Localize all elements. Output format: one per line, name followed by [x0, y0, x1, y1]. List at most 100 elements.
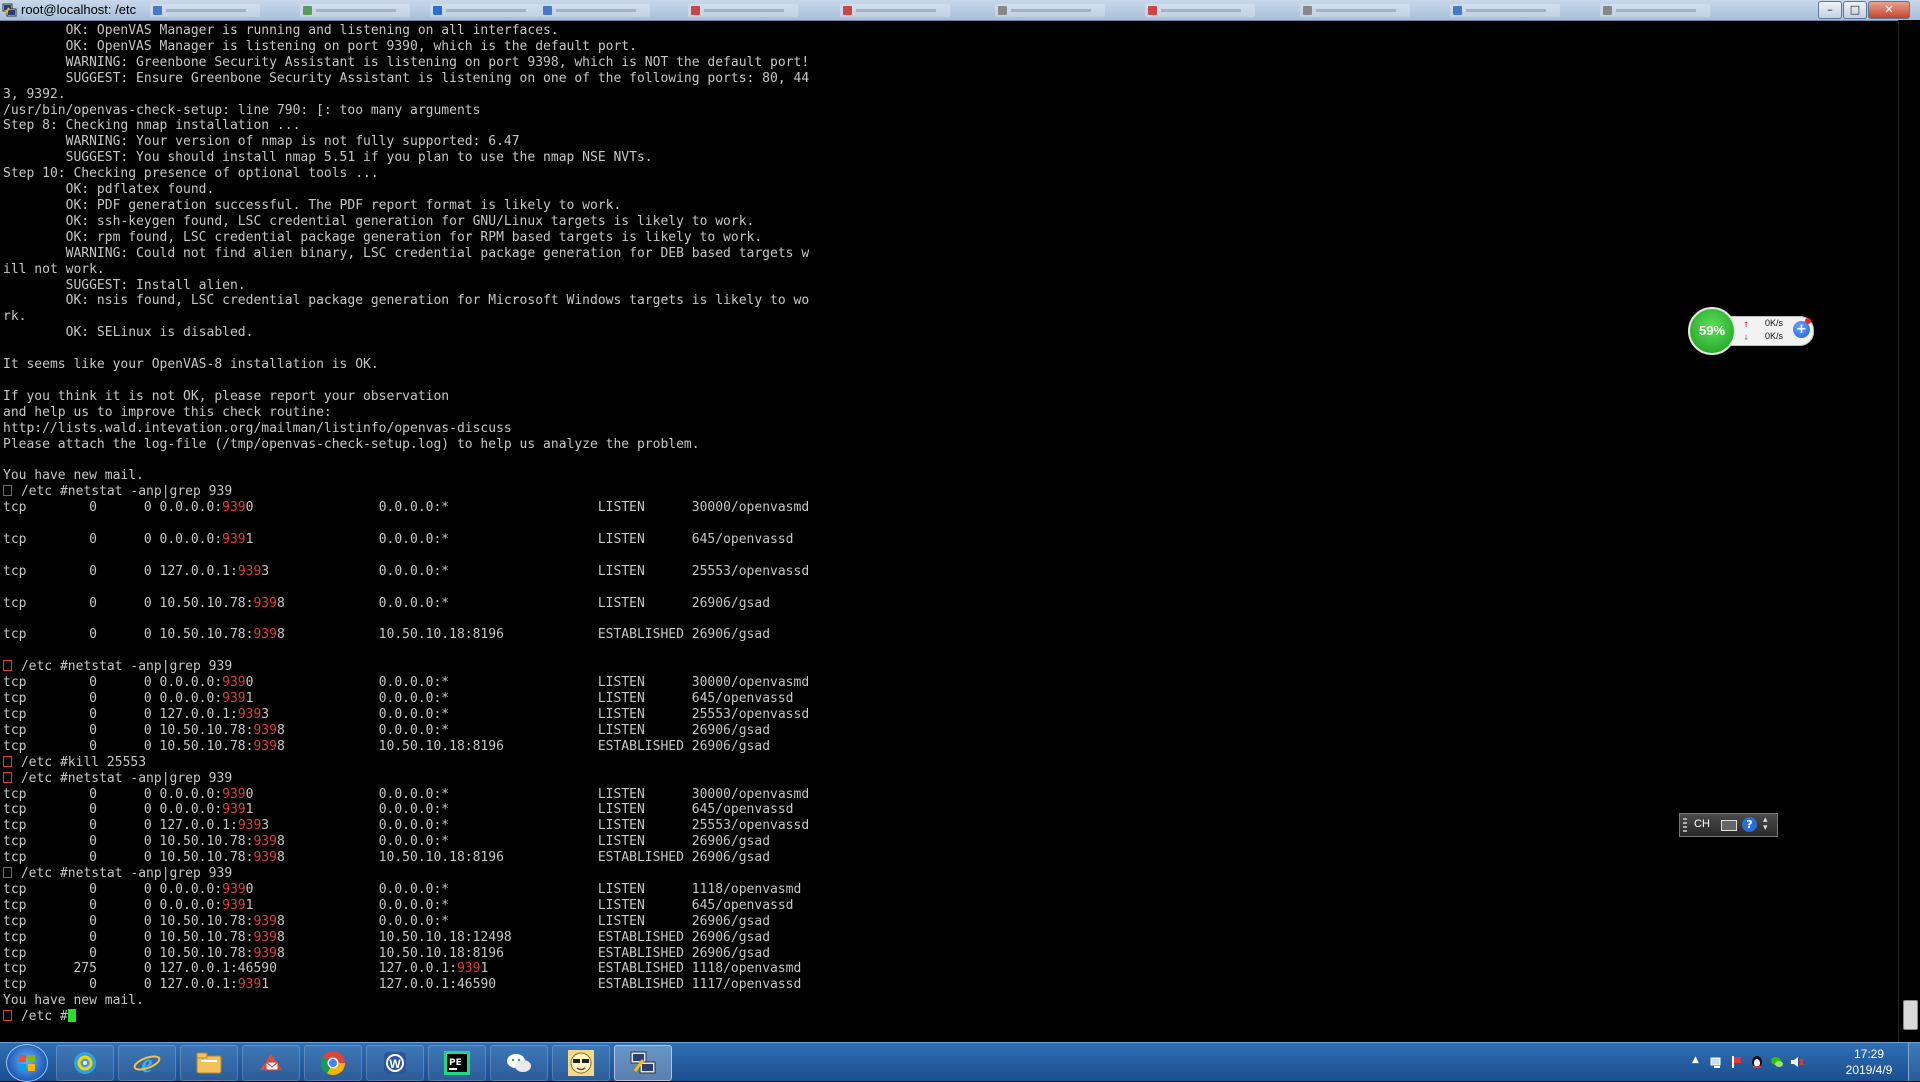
terminal-line: tcp 0 0 127.0.0.1:9393 0.0.0.0:* LISTEN …: [3, 564, 1896, 580]
network-monitor-widget[interactable]: 59% ↑ ↓ 0K/s 0K/s +: [1688, 307, 1816, 355]
terminal-line: tcp 275 0 127.0.0.1:46590 127.0.0.1:9391…: [3, 961, 1896, 977]
wechat-tray-icon[interactable]: [1770, 1055, 1784, 1069]
terminal-line: /etc #: [3, 1009, 1896, 1025]
terminal-text: tcp 0 0 0.0.0.0:: [3, 532, 223, 547]
scrollbar-thumb[interactable]: [1903, 1000, 1918, 1030]
terminal-text: OK: PDF generation successful. The PDF r…: [3, 197, 622, 213]
highlighted-port-match: 939: [253, 627, 277, 643]
terminal-text: 3, 9392.: [3, 86, 66, 102]
terminal-text: and help us to improve this check routin…: [3, 404, 332, 420]
prompt-marker-icon: [3, 755, 12, 767]
terminal-line: OK: OpenVAS Manager is running and liste…: [3, 23, 1896, 39]
start-button[interactable]: [6, 1044, 48, 1082]
highlighted-port-match: 939: [253, 850, 277, 866]
terminal-text: tcp 0 0 0.0.0.0:: [3, 786, 223, 802]
terminal-output[interactable]: OK: OpenVAS Manager is running and liste…: [0, 20, 1896, 1042]
terminal-line: If you think it is not OK, please report…: [3, 389, 1896, 405]
terminal-line: tcp 0 0 10.50.10.78:9398 0.0.0.0:* LISTE…: [3, 914, 1896, 930]
taskbar-pycharm[interactable]: PE: [428, 1045, 486, 1081]
highlighted-port-match: 939: [253, 913, 277, 929]
terminal-scrollbar[interactable]: [1898, 20, 1920, 1042]
title-bar[interactable]: root@localhost: /etc – □ ✕: [0, 0, 1920, 21]
terminal-text: OK: rpm found, LSC credential package ge…: [3, 229, 763, 245]
terminal-line: tcp 0 0 10.50.10.78:9398 10.50.10.18:124…: [3, 930, 1896, 946]
prompt-marker-icon: [3, 867, 12, 879]
terminal-text: WARNING: Greenbone Security Assistant is…: [3, 54, 810, 70]
show-desktop-button[interactable]: [1908, 1043, 1920, 1081]
background-tab: [1300, 4, 1410, 17]
terminal-line: tcp 0 0 0.0.0.0:9391 0.0.0.0:* LISTEN 64…: [3, 691, 1896, 707]
ime-language-label[interactable]: CH: [1694, 818, 1710, 830]
flag-alert-icon[interactable]: [1730, 1055, 1744, 1069]
terminal-text: tcp 0 0 0.0.0.0:: [3, 675, 223, 691]
prompt-marker-icon: [3, 771, 12, 783]
taskbar-qq-avatar[interactable]: [552, 1045, 610, 1081]
close-button[interactable]: ✕: [1868, 1, 1910, 19]
svg-text:PE: PE: [449, 1058, 462, 1068]
ime-language-bar[interactable]: CH ? ▴ ▾: [1679, 813, 1778, 837]
terminal-text: /etc #netstat -anp|grep 939: [13, 866, 233, 882]
terminal-line: WARNING: Your version of nmap is not ful…: [3, 134, 1896, 150]
terminal-text: It seems like your OpenVAS-8 installatio…: [3, 357, 379, 373]
shield-360-icon: [74, 1052, 96, 1074]
taskbar-wechat[interactable]: [490, 1045, 548, 1081]
terminal-text: OK: ssh-keygen found, LSC credential gen…: [3, 213, 755, 229]
taskbar-foxmail[interactable]: [242, 1045, 300, 1081]
highlighted-port-match: 939: [222, 802, 246, 818]
help-icon[interactable]: ?: [1742, 817, 1757, 832]
highlighted-port-match: 939: [237, 977, 262, 993]
taskbar-word[interactable]: W: [366, 1045, 424, 1081]
terminal-text: 8 10.50.10.18:8196 ESTABLISHED 26906/gsa…: [276, 850, 771, 866]
background-tab: [300, 4, 410, 17]
terminal-line: tcp 0 0 0.0.0.0:9390 0.0.0.0:* LISTEN 30…: [3, 675, 1896, 691]
terminal-line: tcp 0 0 0.0.0.0:9391 0.0.0.0:* LISTEN 64…: [3, 532, 1896, 548]
background-tab: [430, 4, 540, 17]
terminal-line: tcp 0 0 10.50.10.78:9398 10.50.10.18:819…: [3, 850, 1896, 866]
background-tab: [1600, 4, 1710, 17]
cpu-usage-ring: 59%: [1688, 307, 1736, 355]
highlighted-port-match: 939: [222, 500, 246, 516]
taskbar-chrome[interactable]: [304, 1045, 362, 1081]
terminal-text: tcp 0 0 10.50.10.78:: [3, 929, 254, 945]
prompt-marker-icon: [3, 660, 12, 672]
terminal-text: tcp 0 0 0.0.0.0:: [3, 802, 223, 818]
terminal-line: and help us to improve this check routin…: [3, 405, 1896, 421]
terminal-line: OK: nsis found, LSC credential package g…: [3, 293, 1896, 309]
upload-rate: 0K/s: [1765, 318, 1784, 328]
taskbar-clock[interactable]: 17:29 2019/4/9: [1834, 1046, 1904, 1078]
keyboard-icon[interactable]: [1721, 820, 1737, 831]
taskbar-file-explorer[interactable]: [180, 1045, 238, 1081]
terminal-text: Step 10: Checking presence of optional t…: [3, 166, 379, 182]
volume-icon[interactable]: [1790, 1055, 1804, 1069]
taskbar-putty[interactable]: [614, 1045, 672, 1081]
terminal-text: You have new mail.: [3, 468, 144, 484]
terminal-line: rk.: [3, 309, 1896, 325]
terminal-text: tcp 0 0 127.0.0.1:: [3, 977, 238, 993]
terminal-text: WARNING: Could not find alien binary, LS…: [3, 245, 810, 261]
terminal-line: OK: OpenVAS Manager is listening on port…: [3, 39, 1896, 55]
terminal-line: tcp 0 0 10.50.10.78:9398 10.50.10.18:819…: [3, 739, 1896, 755]
taskbar-360-security[interactable]: [56, 1045, 114, 1081]
terminal-line: tcp 0 0 0.0.0.0:9390 0.0.0.0:* LISTEN 11…: [3, 882, 1896, 898]
terminal-line: It seems like your OpenVAS-8 installatio…: [3, 357, 1896, 373]
taskbar-internet-explorer[interactable]: e: [118, 1045, 176, 1081]
terminal-text: 0 0.0.0.0:* LISTEN 30000/openvasmd: [245, 500, 810, 516]
network-icon[interactable]: [1710, 1055, 1724, 1069]
terminal-cursor[interactable]: [67, 1009, 76, 1023]
background-tab: [150, 4, 260, 17]
highlighted-port-match: 939: [253, 722, 277, 738]
minimize-button[interactable]: –: [1818, 1, 1842, 19]
terminal-text: tcp 0 0 127.0.0.1:: [3, 706, 238, 722]
highlighted-port-match: 939: [253, 945, 277, 961]
maximize-button[interactable]: □: [1843, 1, 1867, 19]
options-arrow-icon[interactable]: ▴ ▾: [1763, 816, 1768, 833]
drag-grip-icon[interactable]: [1683, 818, 1687, 832]
folder-icon: [196, 1052, 222, 1074]
qq-penguin-icon[interactable]: [1750, 1055, 1764, 1069]
show-hidden-icons-button[interactable]: ▲: [1692, 1055, 1699, 1065]
terminal-text: SUGGEST: Install alien.: [3, 277, 246, 293]
